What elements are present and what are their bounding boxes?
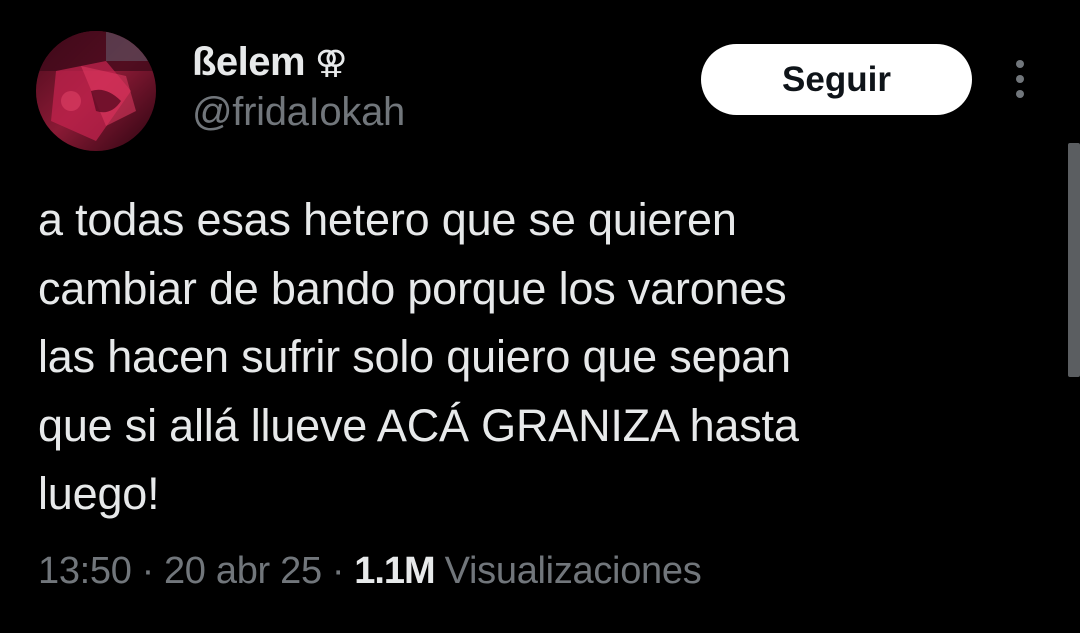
views-label: Visualizaciones xyxy=(444,550,702,592)
tweet-meta: 13:50 · 20 abr 25 · 1.1M Visualizaciones xyxy=(38,550,702,593)
avatar[interactable] xyxy=(36,31,156,151)
more-dot xyxy=(1016,60,1024,68)
more-dot xyxy=(1016,90,1024,98)
author-handle[interactable]: @fridaIokah xyxy=(192,90,405,135)
tweet-card: ßelem ⚢ @fridaIokah Seguir a todas esas … xyxy=(0,0,1080,633)
tweet-date[interactable]: 20 abr 25 xyxy=(164,550,322,593)
meta-separator: · xyxy=(141,550,155,592)
views-count: 1.1M xyxy=(354,550,435,592)
avatar-image xyxy=(36,31,156,151)
tweet-text: a todas esas hetero que se quieren cambi… xyxy=(38,194,799,519)
meta-separator: · xyxy=(331,550,345,592)
follow-button[interactable]: Seguir xyxy=(701,44,972,115)
author-name-row[interactable]: ßelem ⚢ xyxy=(192,38,347,86)
display-name[interactable]: ßelem xyxy=(192,40,306,85)
more-dot xyxy=(1016,75,1024,83)
name-emoji-icon: ⚢ xyxy=(315,43,348,81)
tweet-time[interactable]: 13:50 xyxy=(38,550,132,593)
scrollbar[interactable] xyxy=(1068,143,1080,377)
more-options-icon[interactable] xyxy=(1000,54,1040,104)
